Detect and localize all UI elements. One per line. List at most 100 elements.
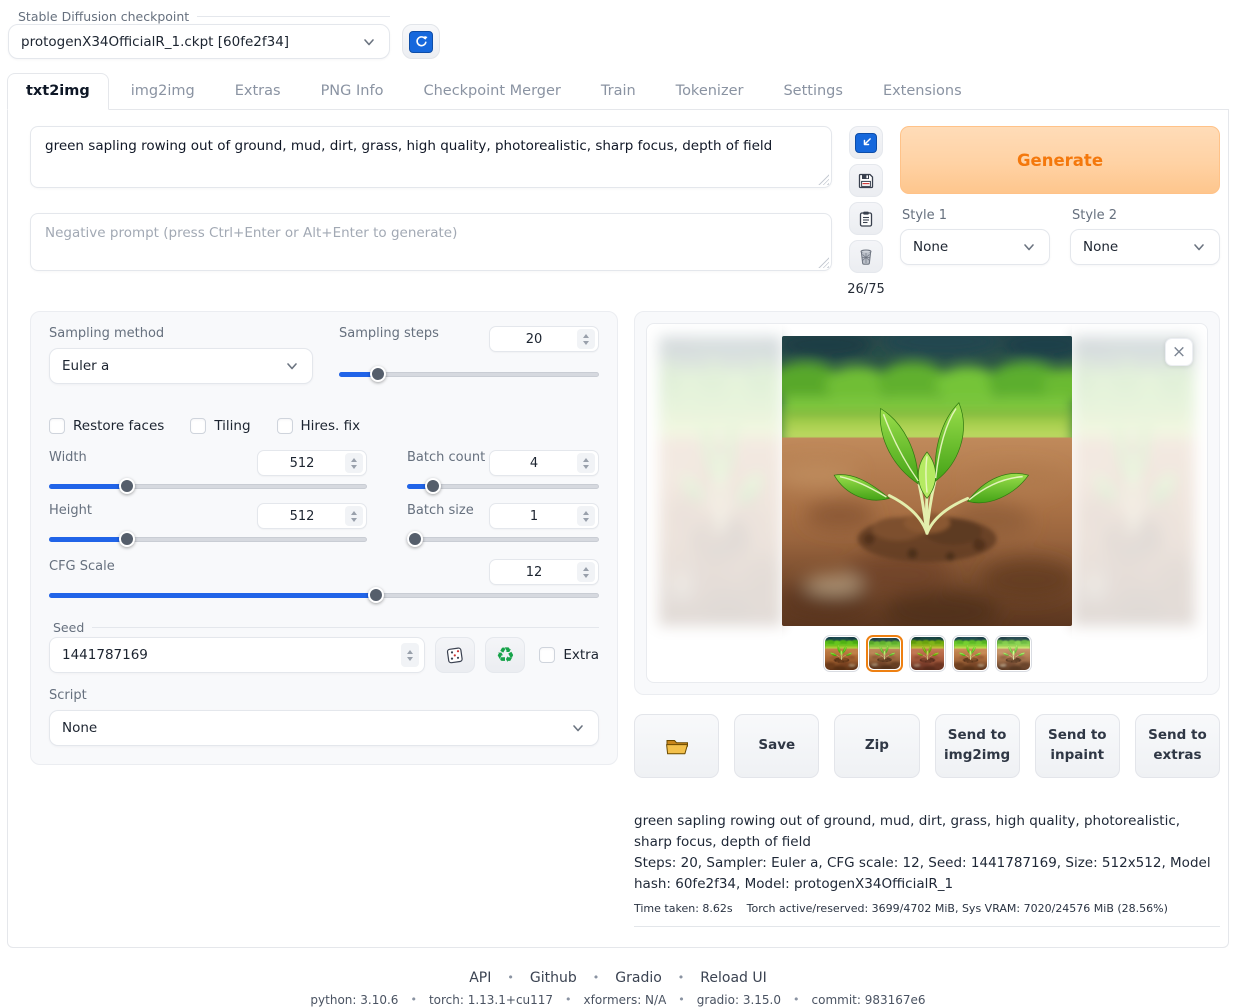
checkpoint-block: Stable Diffusion checkpoint protogenX34O… [8,8,390,59]
txt2img-panel: green sapling rowing out of ground, mud,… [7,110,1229,948]
save-style-button[interactable] [849,164,883,197]
height-label: Height [49,503,92,518]
tab-checkpoint-merger[interactable]: Checkpoint Merger [405,74,578,109]
footer-links: API • Github • Gradio • Reload UI [0,970,1236,986]
batch-size-slider[interactable] [407,531,599,547]
chevron-down-icon [284,358,300,374]
width-slider[interactable] [49,478,367,494]
checkpoint-dropdown[interactable]: protogenX34OfficialR_1.ckpt [60fe2f34] [8,24,390,59]
negative-prompt-input[interactable] [30,213,832,271]
settings-panel: Sampling method Euler a Sampling steps [30,311,618,765]
tiling-checkbox[interactable]: Tiling [190,418,250,434]
number-spinner[interactable] [345,506,363,526]
gallery-thumbnail-4[interactable] [952,635,989,672]
hires-fix-checkbox[interactable]: Hires. fix [277,418,361,434]
tab-png-info[interactable]: PNG Info [303,74,402,109]
bullet-separator: • [678,971,685,984]
tab-extensions[interactable]: Extensions [865,74,980,109]
sampling-method-dropdown[interactable]: Euler a [49,348,313,384]
refresh-icon [409,31,433,53]
gradio-version: gradio: 3.15.0 [697,993,781,1007]
gradio-link[interactable]: Gradio [615,970,662,986]
style1-value: None [913,239,948,255]
restore-faces-checkbox[interactable]: Restore faces [49,418,164,434]
sampling-steps-slider[interactable] [339,366,599,382]
number-spinner[interactable] [577,562,595,582]
cfg-scale-slider[interactable] [49,587,599,603]
chevron-down-icon [361,34,377,50]
gallery-thumbnail-3[interactable] [909,635,946,672]
floppy-disk-icon [857,172,875,190]
commit-hash: commit: 983167e6 [812,993,926,1007]
gallery-thumbnail-2-selected[interactable] [866,635,903,672]
zip-button[interactable]: Zip [834,714,919,778]
refresh-checkpoint-button[interactable] [402,24,440,59]
batch-count-slider[interactable] [407,478,599,494]
tiling-label: Tiling [214,418,250,434]
tab-tokenizer[interactable]: Tokenizer [658,74,762,109]
work-row: Sampling method Euler a Sampling steps [30,311,1220,927]
torch-version: torch: 1.13.1+cu117 [429,993,553,1007]
style2-block: Style 2 None [1070,208,1220,265]
send-to-img2img-button[interactable]: Send to img2img [935,714,1020,778]
style1-dropdown[interactable]: None [900,229,1050,265]
save-button[interactable]: Save [734,714,819,778]
chevron-down-icon [1021,239,1037,255]
height-block: Height [49,503,367,547]
style1-block: Style 1 None [900,208,1050,265]
reload-ui-link[interactable]: Reload UI [700,970,766,986]
checkbox-icon [539,647,555,663]
batch-size-label: Batch size [407,503,474,518]
number-spinner[interactable] [577,453,595,473]
dice-icon [445,645,465,665]
number-spinner[interactable] [577,329,595,349]
checkbox-icon [190,418,206,434]
style1-label: Style 1 [900,208,1050,223]
arrow-down-left-icon [855,133,877,153]
extra-seed-checkbox[interactable]: Extra [539,647,599,663]
apply-style-button[interactable] [849,202,883,235]
sampling-method-label: Sampling method [49,326,313,341]
generated-image[interactable] [782,336,1072,626]
gallery-thumbnail-1[interactable] [823,635,860,672]
reuse-seed-button[interactable]: ♻ [485,637,525,673]
clear-prompt-button[interactable] [849,240,883,273]
open-folder-button[interactable] [634,714,719,778]
height-slider[interactable] [49,531,367,547]
close-gallery-button[interactable]: × [1165,338,1193,366]
prompt-tools-column: 26/75 [848,126,884,297]
style2-dropdown[interactable]: None [1070,229,1220,265]
api-link[interactable]: API [469,970,491,986]
xformers-version: xformers: N/A [584,993,667,1007]
chevron-down-icon [570,720,586,736]
sampling-method-value: Euler a [62,358,109,374]
checkbox-icon [49,418,65,434]
number-spinner[interactable] [345,453,363,473]
seed-input[interactable] [49,637,425,673]
batch-count-block: Batch count [407,450,599,494]
checkpoint-header: Stable Diffusion checkpoint protogenX34O… [0,0,1236,59]
github-link[interactable]: Github [530,970,577,986]
number-spinner[interactable] [577,506,595,526]
tab-settings[interactable]: Settings [765,74,860,109]
prompt-input[interactable]: green sapling rowing out of ground, mud,… [30,126,832,188]
gallery-thumbnail-5[interactable] [995,635,1032,672]
send-to-extras-button[interactable]: Send to extras [1135,714,1220,778]
paste-params-button[interactable] [849,126,883,159]
sampling-steps-label: Sampling steps [339,326,439,341]
checkbox-icon [277,418,293,434]
bullet-separator: • [507,971,514,984]
output-buttons-row: Save Zip Send to img2img Send to inpaint… [634,714,1220,778]
script-dropdown[interactable]: None [49,710,599,746]
bullet-separator: • [410,993,417,1006]
send-to-inpaint-button[interactable]: Send to inpaint [1035,714,1120,778]
tab-train[interactable]: Train [583,74,654,109]
cfg-scale-block: CFG Scale [49,559,599,603]
tab-txt2img[interactable]: txt2img [7,73,109,110]
tab-extras[interactable]: Extras [217,74,299,109]
generate-button[interactable]: Generate [900,126,1220,194]
token-counter: 26/75 [847,282,884,297]
number-spinner[interactable] [401,643,419,667]
random-seed-button[interactable] [435,637,475,673]
tab-img2img[interactable]: img2img [113,74,213,109]
